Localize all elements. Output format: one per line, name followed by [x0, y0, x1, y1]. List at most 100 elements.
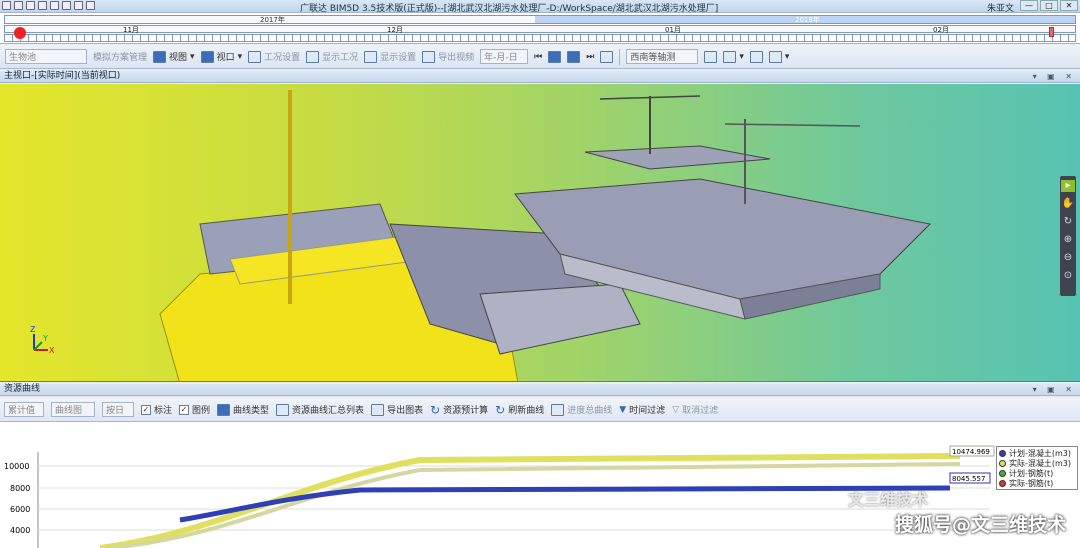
- legend-item: 计划-混凝土(m3): [999, 448, 1075, 458]
- viewport-title: 主视口-[实际时间](当前视口): [4, 71, 121, 81]
- forward-button[interactable]: ⏭: [586, 52, 594, 62]
- panel-buttons[interactable]: ▾ ▣ ✕: [1033, 71, 1076, 82]
- accumulate-select[interactable]: 累计值: [4, 402, 44, 417]
- panel-buttons[interactable]: ▾ ▣ ✕: [1033, 384, 1076, 395]
- tool-button-a[interactable]: [704, 50, 718, 63]
- display-setting-button[interactable]: 显示设置: [364, 50, 416, 63]
- export-video-label: 导出视频: [438, 53, 475, 63]
- y-tick-label: 10000: [4, 462, 29, 471]
- interval-select[interactable]: 按日: [102, 402, 134, 417]
- date-format-select[interactable]: 年-月-日: [480, 49, 529, 64]
- title-bar: 广联达 BIM5D 3.5技术版(正式版)--[湖北武汉北湖污水处理厂-D:/W…: [0, 0, 1080, 14]
- legend-label: 实际-钢筋(t): [1009, 478, 1054, 488]
- filter-off-icon: ▽: [672, 404, 680, 415]
- tool-button-d[interactable]: ▾: [768, 50, 789, 63]
- display-setting-label: 显示设置: [380, 53, 417, 63]
- progress-curve-button[interactable]: 进度总曲线: [551, 403, 612, 416]
- checkbox-checked: ✓: [179, 404, 190, 415]
- tool-button-c[interactable]: [749, 50, 763, 63]
- maximize-button[interactable]: □: [1040, 0, 1058, 11]
- tool-icon-d: [768, 50, 782, 63]
- legend-item: 实际-钢筋(t): [999, 478, 1075, 488]
- view-button[interactable]: 视图 ▾: [153, 50, 195, 63]
- refresh-curve-label: 刷新曲线: [508, 406, 545, 416]
- undo-icon[interactable]: [62, 1, 71, 10]
- pause-button[interactable]: [548, 50, 562, 63]
- grid-icon: [600, 50, 614, 63]
- filter-icon: ▼: [619, 404, 627, 415]
- legend-swatch: [999, 449, 1006, 457]
- main-toolbar: 生物池 模拟方案管理 视图 ▾ 视口 ▾ 工况设置 显示工况 显示设置 导出视频 年…: [0, 45, 1080, 69]
- app-icon[interactable]: [2, 1, 11, 10]
- tool-icon-b: [723, 50, 737, 63]
- view-preset-select[interactable]: 西南等轴测: [626, 49, 699, 64]
- show-work-icon: [306, 50, 320, 63]
- axis-x-label: X: [49, 346, 55, 355]
- annotation-checkbox[interactable]: ✓ 标注: [141, 403, 172, 416]
- show-work-button[interactable]: 显示工况: [306, 50, 358, 63]
- entity-select[interactable]: 生物池: [5, 49, 87, 64]
- viewport-label: 视口: [216, 53, 235, 63]
- progress-icon: [551, 403, 565, 416]
- export-video-button[interactable]: 导出视频: [422, 50, 474, 63]
- summary-list-button[interactable]: 资源曲线汇总列表: [276, 403, 364, 416]
- refresh-icon: ↻: [430, 402, 441, 417]
- day-ticks: [4, 34, 1076, 42]
- legend-item: 实际-混凝土(m3): [999, 458, 1075, 468]
- stop-icon: [567, 50, 581, 63]
- pan-icon[interactable]: ✋: [1062, 198, 1074, 210]
- time-filter-button[interactable]: ▼ 时间过滤: [619, 403, 666, 417]
- select-icon[interactable]: ▸: [1061, 180, 1075, 192]
- new-icon[interactable]: [14, 1, 23, 10]
- resource-estimate-button[interactable]: ↻ 资源预计算: [430, 403, 488, 417]
- orbit-icon[interactable]: ↻: [1064, 216, 1072, 228]
- zoom-in-icon[interactable]: ⊕: [1064, 234, 1072, 246]
- refresh-curve-button[interactable]: ↻ 刷新曲线: [495, 403, 544, 417]
- 3d-viewport[interactable]: Z Y X ▸ ✋ ↻ ⊕ ⊖ ⊙: [0, 84, 1080, 382]
- legend-checkbox[interactable]: ✓ 图例: [179, 403, 210, 416]
- cancel-filter-button[interactable]: ▽ 取消过滤: [672, 403, 719, 417]
- close-button[interactable]: ✕: [1060, 0, 1078, 11]
- minimize-button[interactable]: —: [1020, 0, 1038, 11]
- month-row: 11月 12月 01月 02月: [4, 25, 1076, 34]
- lock-icon[interactable]: [50, 1, 59, 10]
- export-chart-label: 导出图表: [387, 406, 424, 416]
- save-icon[interactable]: [38, 1, 47, 10]
- curve-type-button[interactable]: 曲线类型: [217, 403, 269, 416]
- chart-type-select[interactable]: 曲线图: [51, 402, 95, 417]
- y-tick-label: 8000: [10, 484, 30, 493]
- export-video-icon: [422, 50, 436, 63]
- tool-icon-c: [749, 50, 763, 63]
- viewport-icon: [200, 50, 214, 63]
- export-icon: [371, 403, 385, 416]
- zoom-out-icon[interactable]: ⊖: [1064, 252, 1072, 264]
- annotation-label: 标注: [154, 406, 173, 416]
- settings-icon[interactable]: [86, 1, 95, 10]
- progress-curve-label: 进度总曲线: [567, 406, 613, 416]
- simulate-plan-button[interactable]: 模拟方案管理: [93, 50, 147, 63]
- axis-z-label: Z: [30, 325, 36, 334]
- refresh-icon: ↻: [495, 402, 506, 417]
- grid-button[interactable]: [600, 50, 614, 63]
- redo-icon[interactable]: [74, 1, 83, 10]
- stop-button[interactable]: [567, 50, 581, 63]
- tool-icon-a: [704, 50, 718, 63]
- viewport-button[interactable]: 视口 ▾: [200, 50, 242, 63]
- open-icon[interactable]: [26, 1, 35, 10]
- time-slider[interactable]: 2017年 2018年 11月 12月 01月 02月: [0, 13, 1080, 44]
- zoom-extents-icon[interactable]: ⊙: [1064, 270, 1072, 282]
- end-time-marker[interactable]: [1049, 27, 1054, 37]
- cancel-filter-label: 取消过滤: [682, 406, 719, 416]
- export-chart-button[interactable]: 导出图表: [371, 403, 423, 416]
- work-setting-button[interactable]: 工况设置: [248, 50, 300, 63]
- work-setting-label: 工况设置: [264, 53, 301, 63]
- current-time-marker[interactable]: [14, 27, 26, 39]
- tool-button-b[interactable]: ▾: [723, 50, 744, 63]
- year-row: 2017年 2018年: [4, 15, 1076, 24]
- checkbox-checked: ✓: [141, 404, 151, 415]
- time-filter-label: 时间过滤: [629, 406, 666, 416]
- rewind-button[interactable]: ⏮: [534, 52, 542, 62]
- viewport-panel-title: 主视口-[实际时间](当前视口) ▾ ▣ ✕: [0, 71, 1080, 83]
- legend-label: 图例: [192, 406, 211, 416]
- plan-concrete-end-value: 8045.557: [952, 475, 985, 483]
